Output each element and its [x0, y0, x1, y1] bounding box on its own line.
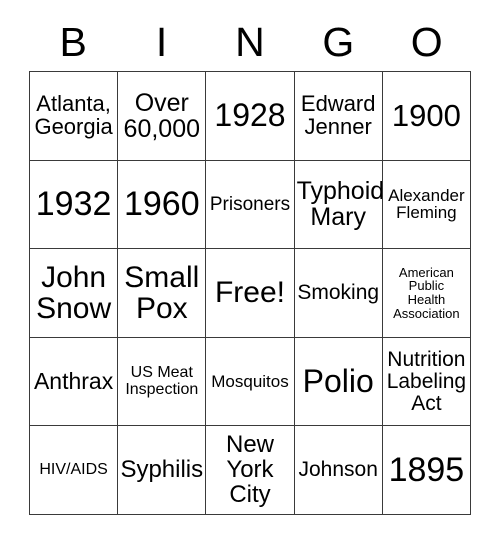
bingo-cell-label: Prisoners — [209, 193, 291, 215]
bingo-cell-label: US Meat Inspection — [125, 363, 199, 398]
bingo-cell[interactable]: Typhoid Mary — [294, 160, 383, 250]
bingo-cell-label: 1928 — [214, 97, 286, 134]
bingo-free-space-cell[interactable]: Free! — [206, 249, 295, 338]
bingo-cell[interactable]: 1960 — [118, 160, 207, 250]
bingo-cell-label: John Snow — [36, 260, 112, 325]
bingo-cell[interactable]: 1932 — [30, 160, 119, 250]
bingo-cell[interactable]: Edward Jenner — [294, 72, 383, 161]
bingo-cell[interactable]: 1928 — [206, 72, 295, 161]
bingo-cell[interactable]: Mosquitos — [206, 337, 295, 427]
bingo-cell-label: Alexander Fleming — [388, 185, 465, 223]
bingo-cell[interactable]: Prisoners — [206, 160, 295, 250]
bingo-cell-label: 1932 — [35, 184, 112, 223]
bingo-cell-label: Johnson — [298, 458, 378, 482]
bingo-cell-label: Small Pox — [124, 260, 200, 325]
bingo-cell-label: Over 60,000 — [123, 88, 201, 143]
bingo-card: B I N G O Atlanta, Georgia Over 60,000 192… — [0, 0, 500, 544]
bingo-cell-label: Mosquitos — [211, 371, 289, 391]
bingo-cell[interactable]: American Public Health Association — [382, 249, 471, 338]
bingo-cell[interactable]: Nutrition Labeling Act — [382, 337, 471, 427]
bingo-cell[interactable]: Alexander Fleming — [382, 160, 471, 250]
bingo-cell[interactable]: John Snow — [30, 249, 119, 338]
bingo-header-letter-i: I — [155, 19, 168, 65]
bingo-cell-label: New York City — [225, 430, 274, 508]
bingo-header-letter-o: O — [410, 19, 443, 65]
bingo-grid: Atlanta, Georgia Over 60,000 1928 Edward Je… — [29, 71, 471, 515]
bingo-cell[interactable]: New York City — [206, 426, 295, 515]
bingo-cell-label: 1900 — [391, 97, 461, 133]
bingo-cell-label: Atlanta, Georgia — [34, 90, 113, 139]
bingo-cell-label: Free! — [214, 276, 285, 310]
bingo-cell[interactable]: Johnson — [294, 426, 383, 515]
bingo-cell[interactable]: 1900 — [382, 72, 471, 161]
bingo-cell-label: Typhoid Mary — [296, 177, 383, 232]
bingo-cell[interactable]: Syphilis — [118, 426, 207, 515]
bingo-cell[interactable]: Over 60,000 — [118, 72, 207, 161]
bingo-cell[interactable]: HIV/AIDS — [30, 426, 119, 515]
bingo-cell-label: Polio — [302, 362, 374, 399]
bingo-cell[interactable]: Polio — [294, 337, 383, 427]
bingo-cell-label: Nutrition Labeling Act — [386, 347, 467, 415]
bingo-cell-label: HIV/AIDS — [39, 460, 108, 478]
bingo-cell-label: 1895 — [388, 450, 465, 489]
bingo-cell[interactable]: Smoking — [294, 249, 383, 338]
bingo-cell-label: Anthrax — [33, 367, 114, 394]
bingo-cell[interactable]: 1895 — [382, 426, 471, 515]
bingo-cell-label: Smoking — [297, 281, 380, 305]
bingo-header-letter-b: B — [59, 19, 87, 65]
bingo-cell[interactable]: Small Pox — [118, 249, 207, 338]
bingo-cell-label: 1960 — [123, 184, 200, 223]
bingo-cell[interactable]: Atlanta, Georgia — [30, 72, 119, 161]
bingo-cell[interactable]: US Meat Inspection — [118, 337, 207, 427]
bingo-cell[interactable]: Anthrax — [30, 337, 119, 427]
bingo-header-row: B I N G O — [29, 14, 471, 71]
bingo-cell-label: Edward Jenner — [300, 90, 376, 139]
bingo-header-letter-n: N — [235, 19, 265, 65]
bingo-cell-label: Syphilis — [120, 455, 204, 483]
bingo-header-letter-g: G — [322, 19, 355, 65]
bingo-cell-label: American Public Health Association — [393, 264, 460, 321]
